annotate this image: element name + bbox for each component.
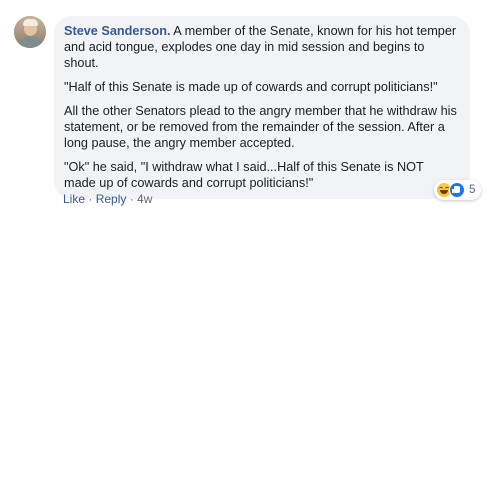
comment-actions: Like · Reply · 4w: [63, 192, 152, 206]
avatar-hair: [23, 19, 38, 26]
reactions-summary[interactable]: 5: [434, 180, 482, 200]
like-reaction-icon: [449, 182, 465, 198]
comment-bubble: Steve Sanderson. A member of the Senate,…: [54, 16, 470, 199]
author-name[interactable]: Steve Sanderson.: [64, 24, 170, 38]
comment-paragraph-1: Steve Sanderson. A member of the Senate,…: [64, 23, 458, 71]
comment-paragraph-2: "Half of this Senate is made up of cowar…: [64, 80, 438, 94]
comment-paragraph-3: All the other Senators plead to the angr…: [64, 104, 457, 150]
like-link[interactable]: Like: [63, 192, 85, 206]
comment-paragraph-4: "Ok" he said, "I withdraw what I said...…: [64, 160, 424, 190]
reaction-count: 5: [469, 184, 476, 196]
avatar[interactable]: [14, 16, 46, 48]
reply-link[interactable]: Reply: [96, 192, 127, 206]
timestamp[interactable]: 4w: [137, 192, 152, 206]
separator: ·: [126, 192, 138, 206]
separator: ·: [85, 192, 96, 206]
